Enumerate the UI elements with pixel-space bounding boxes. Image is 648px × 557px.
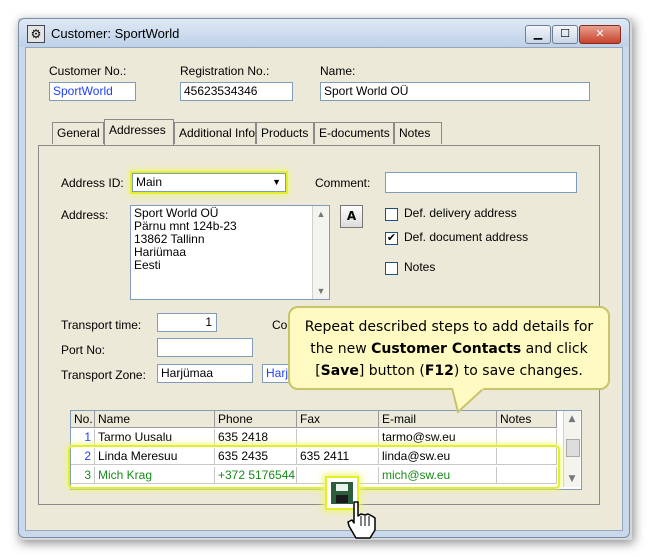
scroll-thumb[interactable] bbox=[566, 439, 580, 457]
grid-scrollbar[interactable]: ▲ ▼ bbox=[563, 411, 580, 487]
address-line: Eesti bbox=[134, 258, 161, 272]
contact-email[interactable]: tarmo@sw.eu bbox=[379, 429, 497, 446]
transport-zone-label: Transport Zone: bbox=[61, 368, 146, 382]
column-header-fax[interactable]: Fax bbox=[297, 411, 379, 428]
comment-label: Comment: bbox=[315, 176, 371, 190]
notes-label: Notes bbox=[404, 260, 436, 274]
row-number: 3 bbox=[71, 467, 95, 484]
hand-cursor-icon bbox=[347, 501, 376, 539]
comment-field[interactable] bbox=[385, 172, 577, 193]
contact-fax[interactable]: 635 2411 bbox=[297, 448, 379, 465]
callout-line-1: Repeat described steps to add details fo… bbox=[304, 319, 594, 335]
contact-fax[interactable] bbox=[297, 429, 379, 446]
address-line: Hariümaa bbox=[134, 245, 187, 259]
window-title: Customer: SportWorld bbox=[51, 26, 180, 41]
row-number: 1 bbox=[71, 429, 95, 446]
address-label: Address: bbox=[61, 208, 109, 222]
def-document-checkbox[interactable]: ✔ bbox=[385, 232, 398, 245]
callout-line-3: [Save] button (F12) to save changes. bbox=[315, 363, 583, 379]
scroll-up-icon[interactable]: ▲ bbox=[313, 206, 329, 222]
minimize-button[interactable]: ▁ bbox=[525, 25, 551, 44]
contact-email[interactable]: linda@sw.eu bbox=[379, 448, 497, 465]
close-button[interactable]: ✕ bbox=[579, 25, 621, 44]
contact-name[interactable]: Tarmo Uusalu bbox=[95, 429, 215, 446]
customer-no-label: Customer No.: bbox=[49, 64, 127, 78]
contact-phone[interactable]: 635 2418 bbox=[215, 429, 297, 446]
title-bar[interactable]: ⚙ Customer: SportWorld ▁ ☐ ✕ bbox=[19, 19, 629, 47]
scroll-up-icon[interactable]: ▲ bbox=[564, 411, 580, 427]
contact-notes[interactable] bbox=[497, 429, 557, 446]
tab-additional-info[interactable]: Additional Info bbox=[174, 122, 256, 144]
tab-e-documents[interactable]: E-documents bbox=[314, 122, 394, 144]
customer-icon: ⚙ bbox=[27, 25, 45, 43]
def-document-label: Def. document address bbox=[404, 230, 529, 244]
column-header-no[interactable]: No. bbox=[71, 411, 95, 428]
tab-products[interactable]: Products bbox=[256, 122, 314, 144]
callout-pointer bbox=[450, 388, 486, 414]
co-label: Co bbox=[272, 318, 288, 332]
contact-email[interactable]: mich@sw.eu bbox=[379, 467, 497, 484]
contact-name[interactable]: Linda Meresuu bbox=[95, 448, 215, 465]
registration-no-label: Registration No.: bbox=[180, 64, 270, 78]
callout-line-2: the new Customer Contacts and click bbox=[310, 341, 588, 357]
address-format-button[interactable]: A bbox=[340, 205, 363, 228]
scroll-down-icon[interactable]: ▼ bbox=[313, 283, 329, 299]
name-label: Name: bbox=[320, 64, 356, 78]
address-scrollbar[interactable]: ▲ ▼ bbox=[312, 206, 329, 299]
transport-time-label: Transport time: bbox=[61, 318, 142, 332]
address-id-label: Address ID: bbox=[61, 176, 124, 190]
def-delivery-checkbox[interactable] bbox=[385, 208, 398, 221]
address-id-value: Main bbox=[136, 175, 163, 189]
chevron-down-icon[interactable]: ▼ bbox=[272, 174, 281, 191]
scroll-down-icon[interactable]: ▼ bbox=[564, 471, 580, 487]
row-number: 2 bbox=[71, 448, 95, 465]
contact-phone[interactable]: 635 2435 bbox=[215, 448, 297, 465]
transport-time-field[interactable]: 1 bbox=[157, 313, 217, 332]
contact-notes[interactable] bbox=[497, 448, 557, 465]
def-delivery-label: Def. delivery address bbox=[404, 206, 517, 220]
column-header-phone[interactable]: Phone bbox=[215, 411, 297, 428]
address-textarea[interactable]: Sport World OÜ Pärnu mnt 124b-23 13862 T… bbox=[130, 205, 330, 300]
contact-phone[interactable]: +372 5176544 bbox=[215, 467, 297, 484]
port-no-label: Port No: bbox=[61, 343, 106, 357]
tab-notes[interactable]: Notes bbox=[394, 122, 442, 144]
column-header-name[interactable]: Name bbox=[95, 411, 215, 428]
contact-name[interactable]: Mich Krag bbox=[95, 467, 215, 484]
name-field[interactable]: Sport World OÜ bbox=[320, 82, 590, 101]
transport-zone-field[interactable]: Harjümaa bbox=[157, 364, 253, 383]
registration-no-field[interactable]: 45623534346 bbox=[180, 82, 293, 101]
column-header-notes[interactable]: Notes bbox=[497, 411, 557, 428]
tab-addresses[interactable]: Addresses bbox=[104, 119, 174, 145]
instruction-callout: Repeat described steps to add details fo… bbox=[288, 306, 610, 390]
port-no-field[interactable] bbox=[157, 338, 253, 357]
maximize-button[interactable]: ☐ bbox=[552, 25, 578, 44]
notes-checkbox[interactable] bbox=[385, 262, 398, 275]
tab-general[interactable]: General bbox=[52, 122, 104, 144]
address-id-select[interactable]: Main ▼ bbox=[132, 173, 286, 192]
customer-no-field[interactable]: SportWorld bbox=[49, 82, 136, 101]
contact-notes[interactable] bbox=[497, 467, 557, 484]
